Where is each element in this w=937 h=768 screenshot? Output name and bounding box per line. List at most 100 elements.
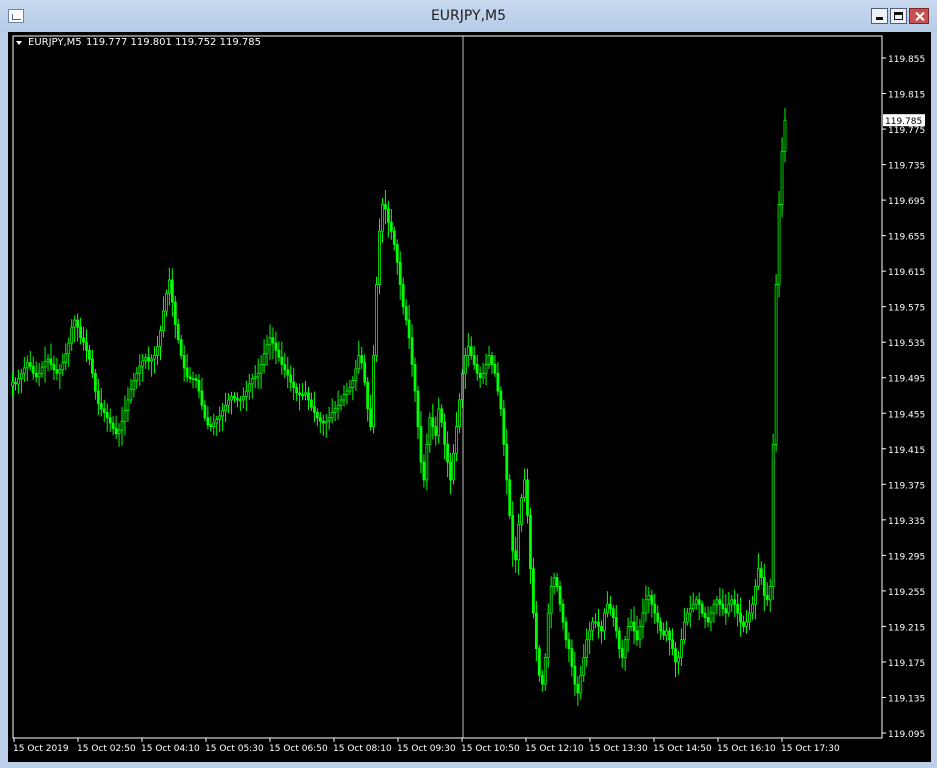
candle-body [517,523,521,561]
candle-body [674,648,677,663]
candle-body [777,204,781,285]
candle-body [298,392,301,396]
candle-body [265,344,269,355]
candle-body [156,346,159,356]
candle-body [43,361,47,368]
candle-body [256,372,260,378]
candle-body [52,364,56,371]
candle-body [603,612,606,632]
candle-body [585,639,589,658]
candle-body [570,648,574,667]
candle-body [771,443,775,587]
candle-body [756,568,760,587]
candle-body [463,355,467,374]
candle-body [22,367,26,374]
price-axis[interactable]: 119.855 119.815 119.775 119.735 119.695 119.6… [882,55,925,740]
candle-body [449,461,452,481]
price-tick-label: 119.855 [888,55,925,65]
plot-frame [12,35,883,739]
candle-body [466,346,470,356]
candle-body [241,395,245,401]
candle-body [413,364,417,392]
candle-body [96,390,100,404]
candle-body [286,369,290,376]
candle-body [487,355,491,365]
candle-body [632,621,636,632]
candle-body [493,364,497,374]
price-tick-label: 119.415 [888,446,925,456]
candle-body [88,349,91,360]
candle-body [372,355,375,427]
candle-body [99,403,103,410]
price-tick-label: 119.775 [888,126,925,136]
candle-body [351,380,355,388]
candle-body [117,429,121,435]
price-chart[interactable]: 119.855 119.815 119.775 119.735 119.695 119.6… [8,32,931,762]
ohlc-values: 119.777 119.801 119.752 119.785 [86,37,261,48]
candle-body [49,358,53,365]
title-bar[interactable]: EURJPY,M5 [0,0,937,32]
symbol-label: EURJPY,M5 [28,37,82,48]
candle-body [292,381,296,388]
candle-body [437,408,441,436]
maximize-button[interactable] [890,8,907,24]
candle-body [582,657,586,676]
candle-body [600,626,603,632]
candle-body [620,648,624,658]
candle-body [682,621,686,641]
candle-body [307,392,310,401]
dropdown-triangle-icon[interactable] [16,41,22,45]
candle-body [236,397,239,401]
candle-body [745,621,748,627]
candle-body [111,422,115,429]
candle-body [650,594,654,605]
candle-body [19,372,23,380]
candle-body [182,355,186,369]
candle-body [407,319,411,339]
candle-body [345,390,349,396]
candle-body [748,612,751,623]
candle-body [34,372,38,378]
candle-body [79,326,82,339]
candle-body [247,383,251,392]
candle-body [434,426,438,436]
candle-body [212,422,216,427]
price-tick-label: 119.495 [888,375,925,385]
close-button[interactable] [909,8,929,24]
candle-body [567,639,571,650]
candle-body [384,204,387,210]
candle-body [230,395,233,401]
candle-body [410,337,414,365]
candle-body [221,410,225,417]
chart-window: EURJPY,M5 119.855 119.815 119.775 119.735 11… [0,0,937,768]
time-tick-label: 15 Oct 2019 [13,744,69,754]
candle-body [543,657,547,685]
candle-body [718,599,722,605]
candle-body [336,404,340,410]
price-tick-label: 119.615 [888,268,925,278]
time-axis[interactable]: 15 Oct 2019 15 Oct 02:50 15 Oct 04:10 15 Oc… [13,738,840,754]
candle-body [17,378,20,385]
candle-body [478,372,482,379]
candle-body [339,399,343,406]
candle-body [14,381,17,385]
candle-body [333,408,337,413]
minimize-button[interactable] [871,8,888,24]
candle-body [398,261,402,285]
candle-body [173,301,177,325]
candle-body [694,599,698,605]
candle-body [295,387,299,394]
candle-body [754,586,757,605]
candle-body [375,284,378,356]
price-tick-label: 119.215 [888,623,925,633]
candle-body [147,356,151,362]
candle-body [617,630,621,650]
candle-body [540,674,544,685]
price-tick-label: 119.455 [888,410,925,420]
candlestick-chart[interactable]: 119.855 119.815 119.775 119.735 119.695 119.6… [8,32,931,762]
candle-body [502,408,506,445]
candle-body [647,594,651,601]
candle-body [422,461,426,481]
price-tick-label: 119.335 [888,517,925,527]
candle-body [742,621,745,627]
